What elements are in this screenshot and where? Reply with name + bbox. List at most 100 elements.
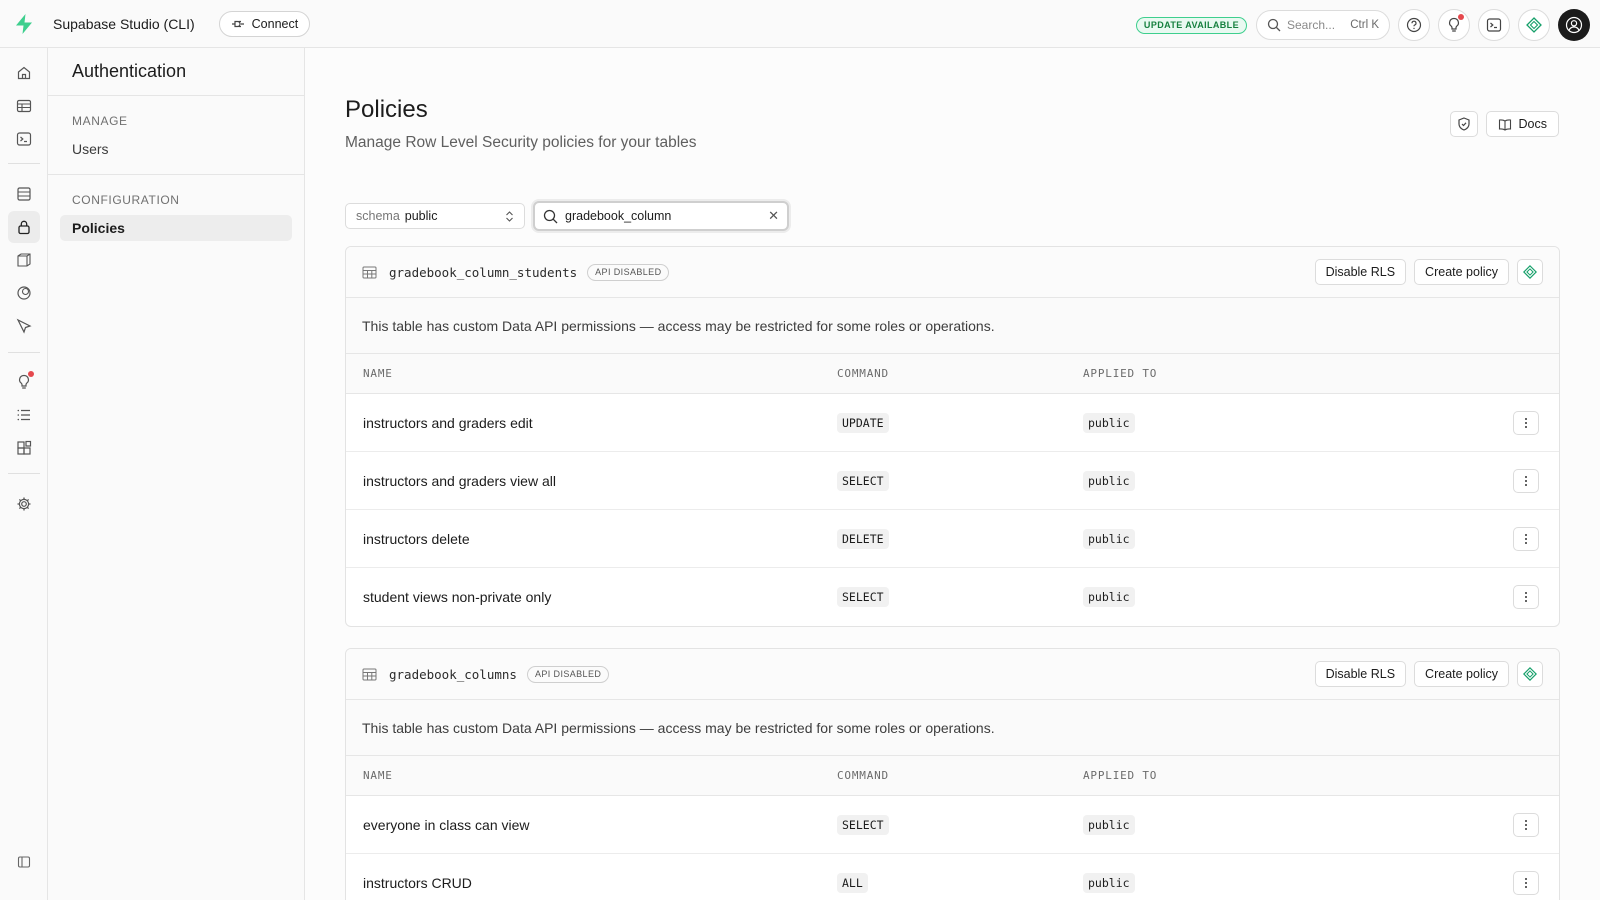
policy-name: instructors and graders view all	[363, 472, 556, 489]
policy-row[interactable]: instructors and graders edit UPDATE publ…	[346, 394, 1559, 452]
policy-applied-to: public	[1083, 412, 1135, 433]
docs-label: Docs	[1518, 117, 1547, 131]
schema-select[interactable]: schema public	[345, 203, 525, 229]
more-vertical-icon	[1525, 592, 1527, 602]
table-icon	[362, 668, 377, 680]
policy-row[interactable]: student views non-private only SELECT pu…	[346, 568, 1559, 626]
help-icon	[1406, 17, 1422, 33]
disable-rls-button[interactable]: Disable RLS	[1314, 661, 1407, 687]
functions-icon	[17, 286, 31, 300]
policy-name: instructors delete	[363, 530, 470, 547]
connect-button[interactable]: Connect	[218, 10, 311, 37]
supabase-logo-icon[interactable]	[0, 0, 48, 48]
table-card-header: gradebook_columns API DISABLED Disable R…	[346, 649, 1559, 700]
rail-authentication[interactable]	[8, 211, 40, 243]
rail-home[interactable]	[8, 57, 40, 89]
plug-icon	[231, 20, 244, 27]
ai-policy-button[interactable]	[1517, 259, 1543, 285]
rail-realtime[interactable]	[8, 310, 40, 342]
table-name: gradebook_column_students	[389, 264, 578, 280]
rail-table-editor[interactable]	[8, 90, 40, 122]
feature-preview-button[interactable]	[1438, 9, 1470, 41]
column-header-name: NAME	[363, 367, 393, 380]
home-icon	[17, 66, 31, 80]
auth-side-panel: Authentication MANAGE Users CONFIGURATIO…	[48, 48, 305, 900]
row-actions-button[interactable]	[1513, 410, 1539, 435]
ai-assistant-icon	[1523, 265, 1537, 279]
ai-assistant-button[interactable]	[1518, 9, 1550, 41]
ai-policy-button[interactable]	[1517, 661, 1543, 687]
row-actions-button[interactable]	[1513, 812, 1539, 837]
manage-section: MANAGE Users	[48, 96, 304, 175]
help-button[interactable]	[1398, 9, 1430, 41]
rail-settings[interactable]	[8, 488, 40, 520]
configuration-section: CONFIGURATION Policies	[48, 175, 304, 253]
docs-button[interactable]: Docs	[1485, 111, 1559, 137]
clear-search-icon[interactable]: ✕	[768, 208, 779, 224]
row-actions-button[interactable]	[1513, 585, 1539, 609]
policy-command: SELECT	[837, 814, 889, 835]
rail-storage[interactable]	[8, 244, 40, 276]
policy-row[interactable]: everyone in class can view SELECT public	[346, 796, 1559, 854]
row-actions-button[interactable]	[1513, 468, 1539, 493]
shield-icon	[1457, 117, 1470, 131]
nav-rail	[0, 48, 48, 900]
policy-name: everyone in class can view	[363, 816, 530, 833]
table-card: gradebook_columns API DISABLED Disable R…	[345, 648, 1560, 900]
table-icon	[16, 99, 32, 113]
row-actions-button[interactable]	[1513, 871, 1539, 895]
sql-console-button[interactable]	[1478, 9, 1510, 41]
rail-toggle-sidebar[interactable]	[8, 846, 40, 878]
global-search[interactable]: Search... Ctrl K	[1256, 10, 1390, 40]
notification-dot	[1458, 14, 1464, 20]
rail-integrations[interactable]	[8, 432, 40, 464]
disable-rls-button[interactable]: Disable RLS	[1314, 259, 1407, 285]
rail-edge-functions[interactable]	[8, 277, 40, 309]
realtime-icon	[16, 318, 32, 334]
sidebar-item-policies[interactable]: Policies	[60, 215, 292, 241]
user-avatar[interactable]	[1558, 9, 1590, 41]
search-value: gradebook_column	[565, 209, 672, 223]
rail-sql-editor[interactable]	[8, 123, 40, 155]
update-available-badge[interactable]: UPDATE AVAILABLE	[1135, 16, 1247, 34]
create-policy-button[interactable]: Create policy	[1414, 259, 1509, 285]
policy-command: SELECT	[837, 587, 889, 607]
row-actions-button[interactable]	[1513, 526, 1539, 551]
rail-advisors[interactable]	[8, 366, 40, 398]
app-title[interactable]: Supabase Studio (CLI)	[53, 16, 195, 32]
schema-label: schema	[356, 209, 400, 223]
create-policy-button[interactable]: Create policy	[1414, 661, 1509, 687]
rail-logs[interactable]	[8, 399, 40, 431]
rail-database[interactable]	[8, 178, 40, 210]
api-disabled-badge: API DISABLED	[526, 665, 610, 683]
database-icon	[17, 187, 31, 201]
terminal-icon	[1486, 18, 1502, 32]
table-header-row: NAME COMMAND APPLIED TO	[346, 354, 1559, 394]
sidebar-item-users[interactable]: Users	[60, 136, 292, 162]
ai-assistant-icon	[1523, 667, 1537, 681]
section-heading: MANAGE	[72, 114, 128, 128]
policy-command: DELETE	[837, 528, 889, 549]
table-icon	[362, 266, 377, 278]
policy-row[interactable]: instructors and graders view all SELECT …	[346, 452, 1559, 510]
search-placeholder: Search...	[1287, 18, 1336, 32]
policy-row[interactable]: instructors delete DELETE public	[346, 510, 1559, 568]
main-content: Policies Manage Row Level Security polic…	[305, 48, 1600, 900]
search-icon	[543, 209, 558, 223]
table-card: gradebook_column_students API DISABLED D…	[345, 246, 1560, 627]
policy-name: instructors CRUD	[363, 875, 472, 891]
rail-separator	[8, 163, 40, 164]
more-vertical-icon	[1525, 819, 1527, 830]
section-heading: CONFIGURATION	[72, 193, 180, 207]
table-search-input[interactable]: gradebook_column ✕	[533, 201, 789, 231]
user-icon	[1565, 16, 1583, 34]
rail-separator	[8, 352, 40, 353]
api-disabled-badge: API DISABLED	[587, 263, 670, 281]
search-shortcut: Ctrl K	[1350, 19, 1379, 31]
security-button[interactable]	[1449, 111, 1478, 137]
notification-dot	[28, 371, 34, 377]
search-icon	[1267, 18, 1281, 32]
list-icon	[17, 409, 30, 421]
sidebar-toggle-icon	[17, 856, 31, 868]
policy-row[interactable]: instructors CRUD ALL public	[346, 854, 1559, 900]
